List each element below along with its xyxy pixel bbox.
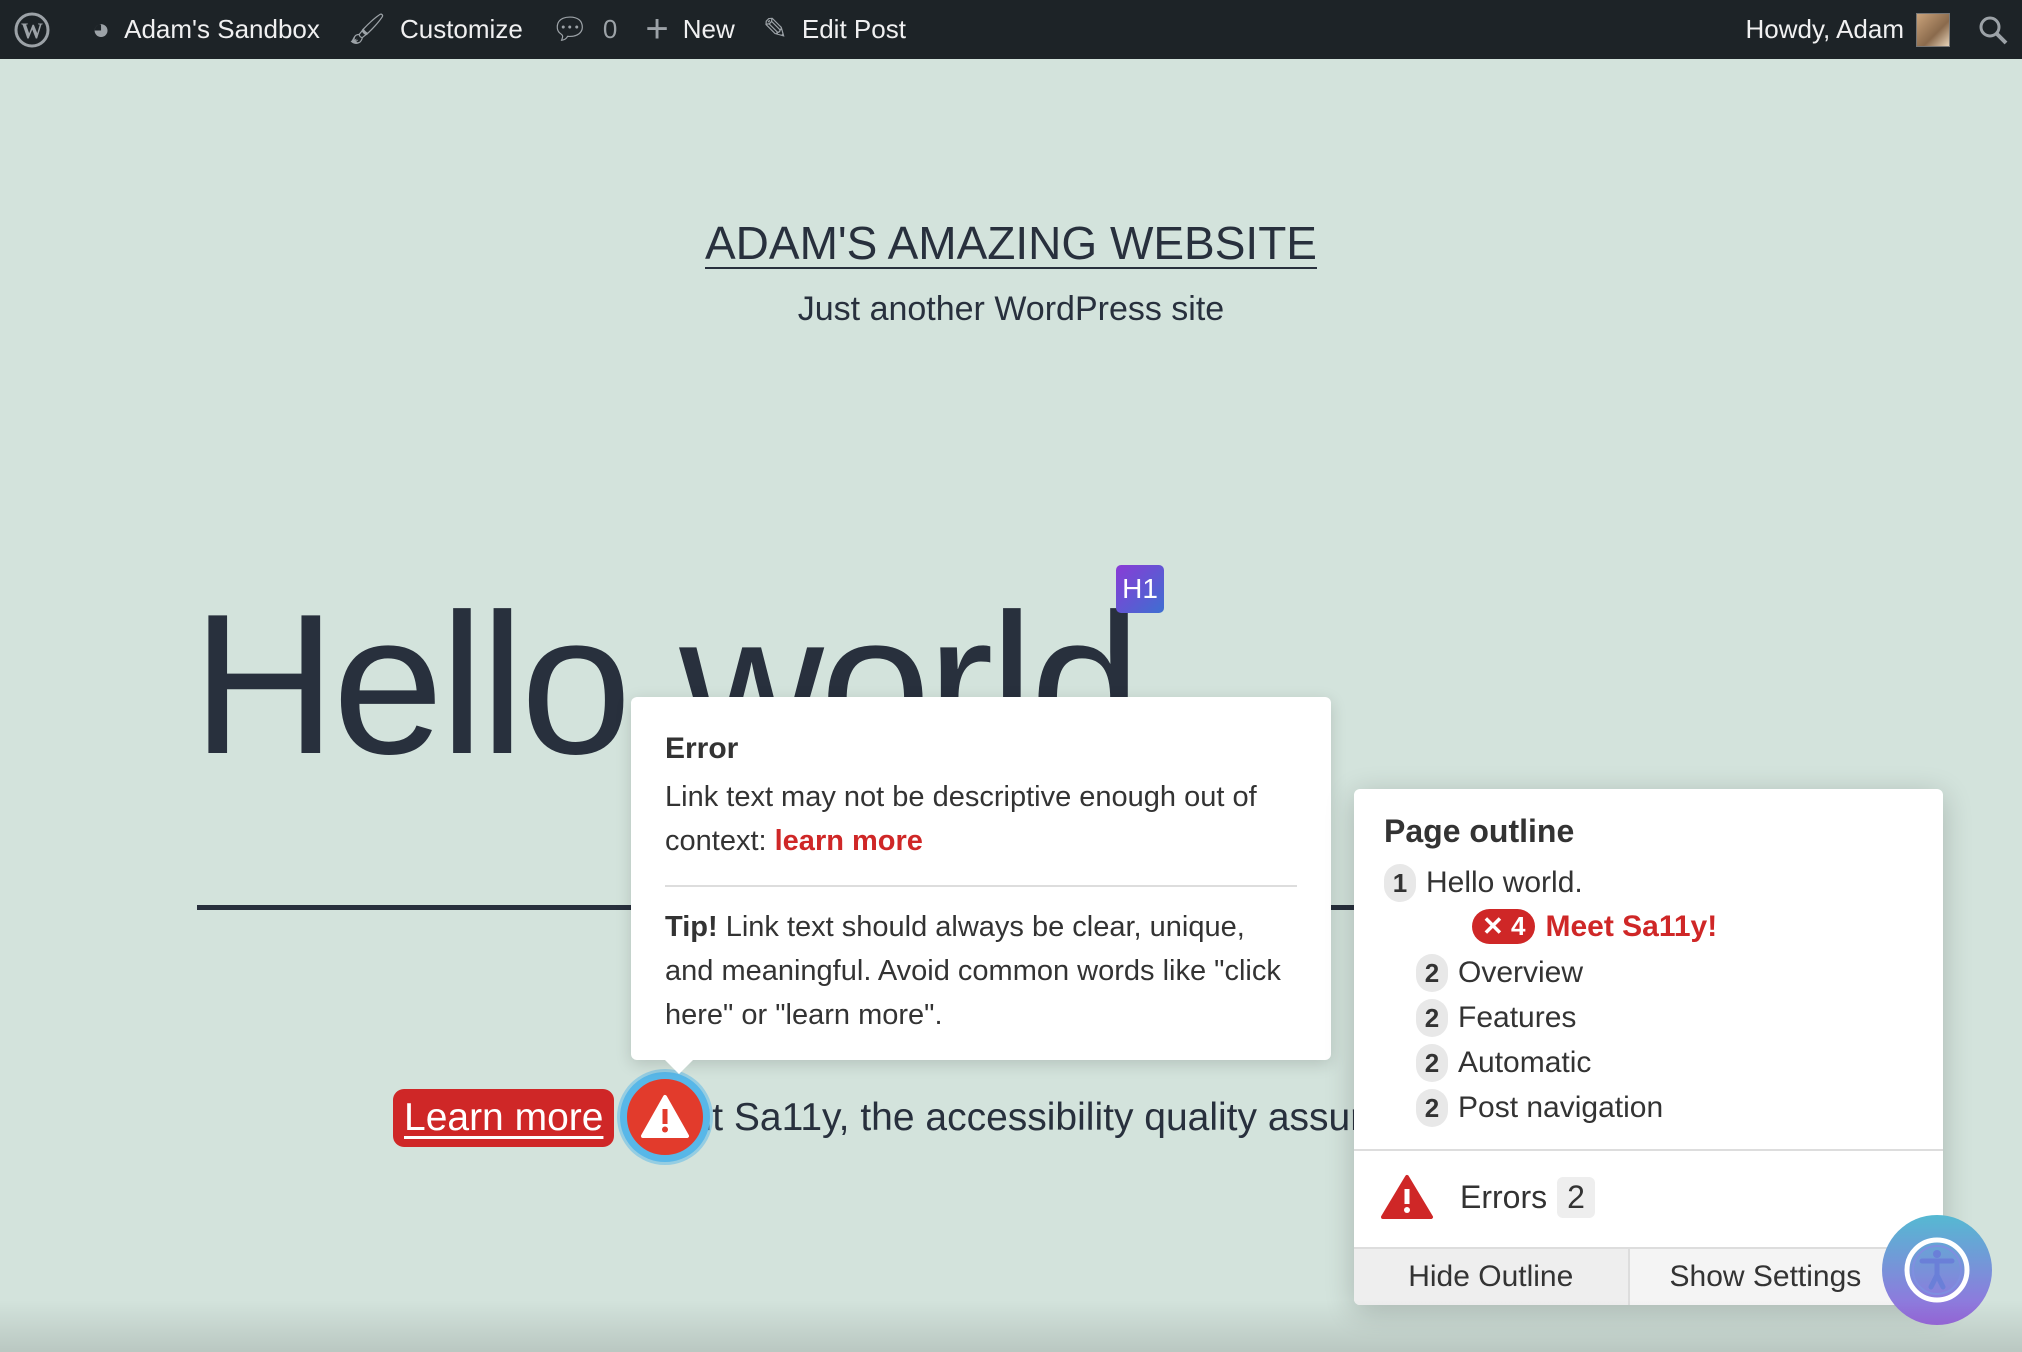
site-title: ADAM'S AMAZING WEBSITE <box>0 216 2022 270</box>
heading-level: 2 <box>1416 1089 1448 1127</box>
heading-level: 1 <box>1384 864 1416 902</box>
heading-level: 2 <box>1416 1044 1448 1082</box>
errors-summary: Errors 2 <box>1380 1174 1595 1220</box>
warning-icon <box>641 1095 689 1138</box>
wordpress-icon: W <box>14 12 50 48</box>
learn-more-link[interactable]: Learn more <box>396 1092 612 1144</box>
errors-label: Errors <box>1460 1178 1548 1215</box>
heading-level-badge[interactable]: H1 <box>1116 565 1164 613</box>
customize-button[interactable]: 🖌︎ Customize <box>334 0 537 59</box>
outline-item[interactable]: 2 Features <box>1416 999 1576 1037</box>
outline-item[interactable]: 2 Post navigation <box>1416 1089 1663 1127</box>
plus-icon: + <box>645 7 669 51</box>
tooltip-message-text: Link text may not be descriptive enough … <box>665 781 1257 857</box>
paintbrush-icon: 🖌︎ <box>347 13 386 46</box>
edit-post-button[interactable]: ✎ Edit Post <box>749 0 920 59</box>
outline-item-error[interactable]: ✕ 4 Meet Sa11y! <box>1472 909 1717 944</box>
panel-buttons: Hide Outline Show Settings <box>1354 1247 1943 1305</box>
outline-item-text: Automatic <box>1458 1046 1592 1079</box>
outline-item[interactable]: 2 Automatic <box>1416 1044 1591 1082</box>
comments-button[interactable]: 💬︎ 0 <box>537 0 632 59</box>
comment-count: 0 <box>602 14 618 44</box>
comment-icon: 💬︎ <box>550 13 589 46</box>
tip-text: Link text should always be clear, unique… <box>665 911 1281 1031</box>
error-badge: ✕ 4 <box>1472 909 1536 944</box>
errors-count: 2 <box>1557 1176 1595 1218</box>
tooltip-tip: Tip! Link text should always be clear, u… <box>665 905 1297 1037</box>
new-label: New <box>682 14 735 44</box>
site-name-label: Adam's Sandbox <box>124 14 320 44</box>
howdy-label: Howdy, Adam <box>1745 14 1904 44</box>
outline-item[interactable]: 1 Hello world. <box>1384 864 1583 902</box>
admin-bar: W ◕ Adam's Sandbox 🖌︎ Customize 💬︎ 0 + New ✎… <box>0 0 2022 59</box>
edit-post-label: Edit Post <box>801 14 906 44</box>
outline-item-text: Meet Sa11y! <box>1545 909 1718 943</box>
hide-outline-button[interactable]: Hide Outline <box>1354 1249 1628 1305</box>
heading-level: 2 <box>1416 954 1448 992</box>
tooltip-message: Link text may not be descriptive enough … <box>665 775 1297 863</box>
accessibility-icon <box>1904 1237 1970 1303</box>
new-content-button[interactable]: + New <box>631 0 748 59</box>
account-menu[interactable]: Howdy, Adam <box>1732 0 1964 59</box>
page-outline-panel: Page outline 1 Hello world. ✕ 4 Meet Sa11y… <box>1354 789 1943 1305</box>
outline-item-text: Features <box>1458 1001 1577 1034</box>
site-tagline: Just another WordPress site <box>797 290 1225 328</box>
error-tooltip: Error Link text may not be descriptive e… <box>631 697 1331 1074</box>
wordpress-logo-button[interactable]: W <box>0 0 78 59</box>
site-title-link[interactable]: ADAM'S AMAZING WEBSITE <box>705 217 1317 269</box>
outline-title: Page outline <box>1384 813 1575 849</box>
tip-label: Tip! <box>665 911 718 943</box>
bottom-shadow <box>0 1300 2022 1352</box>
panel-divider <box>1354 1149 1943 1151</box>
outline-item-text: Overview <box>1458 956 1584 989</box>
search-icon <box>1978 15 2008 45</box>
tooltip-title: Error <box>665 732 739 765</box>
search-button[interactable] <box>1964 0 2022 59</box>
pencil-icon: ✎ <box>762 13 788 46</box>
outline-item-text: Post navigation <box>1458 1091 1664 1124</box>
warning-icon <box>1381 1175 1433 1219</box>
avatar <box>1916 12 1950 47</box>
svg-text:W: W <box>21 18 43 43</box>
site-name-menu[interactable]: ◕ Adam's Sandbox <box>78 0 334 59</box>
dashboard-icon: ◕ <box>92 12 111 46</box>
customize-label: Customize <box>399 14 523 44</box>
outline-item[interactable]: 2 Overview <box>1416 954 1583 992</box>
tooltip-link-text: learn more <box>774 825 923 857</box>
tooltip-divider <box>665 885 1297 887</box>
heading-level: 2 <box>1416 999 1448 1037</box>
error-annotation-button[interactable] <box>620 1072 710 1162</box>
outline-item-text: Hello world. <box>1426 866 1583 899</box>
